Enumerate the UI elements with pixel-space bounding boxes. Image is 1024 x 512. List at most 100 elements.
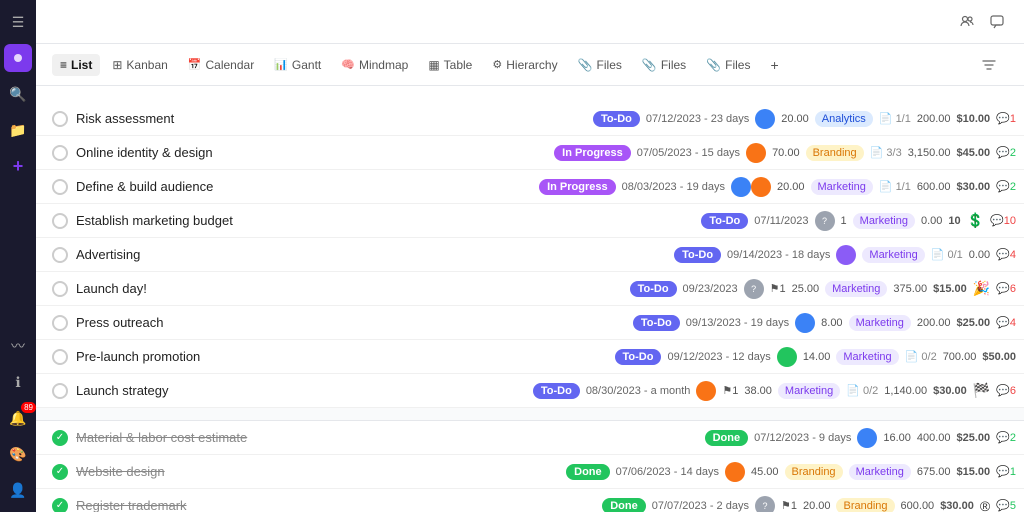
plus-icon[interactable]: + [4, 152, 32, 180]
task-money: $30.00 [957, 181, 991, 193]
notification-icon[interactable]: 🔔 89 [4, 404, 32, 432]
task-tag-2[interactable]: Marketing [849, 464, 911, 480]
tab-table[interactable]: ▦ Table [420, 54, 480, 76]
task-name: Online identity & design [76, 145, 554, 160]
task-row[interactable]: Launch day!To-Do09/23/2023?⚑125.00Market… [36, 272, 1024, 306]
task-checkbox[interactable] [52, 281, 68, 297]
task-money: $30.00 [933, 385, 967, 397]
task-num: 16.00 [883, 432, 911, 444]
task-checkbox[interactable]: ✓ [52, 430, 68, 446]
task-emoji: 🎉 [973, 280, 990, 297]
task-meta: To-Do07/11/2023?1Marketing0.0010💲💬10 [701, 211, 1016, 231]
task-amount: 0.00 [921, 215, 942, 227]
task-checkbox[interactable] [52, 383, 68, 399]
tab-files-2[interactable]: 📎 Files [634, 54, 694, 76]
task-meta: In Progress08/03/2023 - 19 days20.00Mark… [539, 177, 1016, 197]
task-row[interactable]: ✓Material & labor cost estimateDone07/12… [36, 421, 1024, 455]
subtask-count: ⚑1 [722, 384, 738, 397]
task-checkbox[interactable] [52, 111, 68, 127]
comment-count: 💬6 [996, 384, 1016, 397]
filter-icon [982, 58, 996, 72]
task-row[interactable]: Establish marketing budgetTo-Do07/11/202… [36, 204, 1024, 238]
tab-kanban[interactable]: ⊞ Kanban [104, 54, 175, 76]
task-row[interactable]: AdvertisingTo-Do09/14/2023 - 18 daysMark… [36, 238, 1024, 272]
task-row[interactable]: Online identity & designIn Progress07/05… [36, 136, 1024, 170]
tab-files-3[interactable]: 📎 Files [698, 54, 758, 76]
task-checkbox[interactable] [52, 213, 68, 229]
active-tasks: Risk assessmentTo-Do07/12/2023 - 23 days… [36, 102, 1024, 408]
task-checkbox[interactable]: ✓ [52, 498, 68, 512]
table-icon: ▦ [428, 58, 439, 72]
gantt-icon: 📊 [274, 58, 288, 71]
task-tag[interactable]: Marketing [862, 247, 924, 263]
task-row[interactable]: ✓Register trademarkDone07/07/2023 - 2 da… [36, 489, 1024, 512]
task-tag[interactable]: Branding [836, 498, 894, 512]
status-badge: Done [566, 464, 610, 480]
task-name: Pre-launch promotion [76, 349, 615, 364]
tab-mindmap[interactable]: 🧠 Mindmap [333, 54, 416, 76]
task-checkbox[interactable] [52, 349, 68, 365]
comment-count: 💬2 [996, 180, 1016, 193]
tab-hierarchy[interactable]: ⚙ Hierarchy [484, 54, 565, 76]
task-list-area: Risk assessmentTo-Do07/12/2023 - 23 days… [36, 86, 1024, 512]
task-doc: 📄 1/1 [879, 112, 911, 125]
task-tag[interactable]: Marketing [836, 349, 898, 365]
members-icon [960, 15, 974, 29]
task-date: 09/12/2023 - 12 days [667, 351, 770, 363]
status-badge: To-Do [633, 315, 680, 331]
app-icon[interactable] [4, 44, 32, 72]
task-num: 1 [841, 215, 847, 227]
tab-list[interactable]: ≡ List [52, 54, 100, 76]
wave-icon[interactable]: 〰 [4, 332, 32, 360]
menu-icon[interactable]: ☰ [4, 8, 32, 36]
task-doc: 📄 1/1 [879, 180, 911, 193]
task-num: 70.00 [772, 147, 800, 159]
task-doc: 📄 0/1 [931, 248, 963, 261]
task-tag[interactable]: Branding [806, 145, 864, 161]
members-button[interactable] [960, 15, 978, 29]
status-badge: To-Do [615, 349, 662, 365]
task-money: $15.00 [933, 283, 967, 295]
avatar-2 [751, 177, 771, 197]
task-tag[interactable]: Marketing [825, 281, 887, 297]
task-checkbox[interactable] [52, 145, 68, 161]
task-checkbox[interactable] [52, 247, 68, 263]
avatar [857, 428, 877, 448]
task-checkbox[interactable]: ✓ [52, 464, 68, 480]
task-checkbox[interactable] [52, 315, 68, 331]
task-row[interactable]: Risk assessmentTo-Do07/12/2023 - 23 days… [36, 102, 1024, 136]
activities-button[interactable] [990, 15, 1008, 29]
task-row[interactable]: ✓Website designDone07/06/2023 - 14 days4… [36, 455, 1024, 489]
calendar-icon: 📅 [188, 58, 202, 71]
task-tag[interactable]: Marketing [778, 383, 840, 399]
task-row[interactable]: Press outreachTo-Do09/13/2023 - 19 days8… [36, 306, 1024, 340]
comment-count: 💬6 [996, 282, 1016, 295]
task-name: Material & labor cost estimate [76, 430, 705, 445]
task-tag[interactable]: Marketing [811, 179, 873, 195]
task-amount: 375.00 [893, 283, 927, 295]
tab-gantt[interactable]: 📊 Gantt [266, 54, 329, 76]
task-row[interactable]: Define & build audienceIn Progress08/03/… [36, 170, 1024, 204]
task-row[interactable]: Launch strategyTo-Do08/30/2023 - a month… [36, 374, 1024, 408]
task-tag[interactable]: Marketing [853, 213, 915, 229]
task-checkbox[interactable] [52, 179, 68, 195]
info-icon[interactable]: ℹ [4, 368, 32, 396]
folder-icon[interactable]: 📁 [4, 116, 32, 144]
comment-count: 💬10 [990, 214, 1016, 227]
add-view-button[interactable]: + [762, 53, 786, 77]
task-tag[interactable]: Analytics [815, 111, 873, 127]
task-amount: 1,140.00 [884, 385, 927, 397]
tab-files-1[interactable]: 📎 Files [570, 54, 630, 76]
add-task-input[interactable] [36, 86, 1024, 102]
palette-icon[interactable]: 🎨 [4, 440, 32, 468]
task-tag[interactable]: Marketing [849, 315, 911, 331]
user-icon[interactable]: 👤 [4, 476, 32, 504]
task-row[interactable]: Pre-launch promotionTo-Do 09/12/2023 - 12… [36, 340, 1024, 374]
search-icon[interactable]: 🔍 [4, 80, 32, 108]
task-tag[interactable]: Branding [785, 464, 843, 480]
tab-calendar[interactable]: 📅 Calendar [180, 54, 262, 76]
status-badge: To-Do [533, 383, 580, 399]
sidebar: ☰ 🔍 📁 + 〰 ℹ 🔔 89 🎨 👤 [0, 0, 36, 512]
subtask-count: ⚑1 [770, 282, 786, 295]
filter-button[interactable] [982, 58, 1000, 72]
